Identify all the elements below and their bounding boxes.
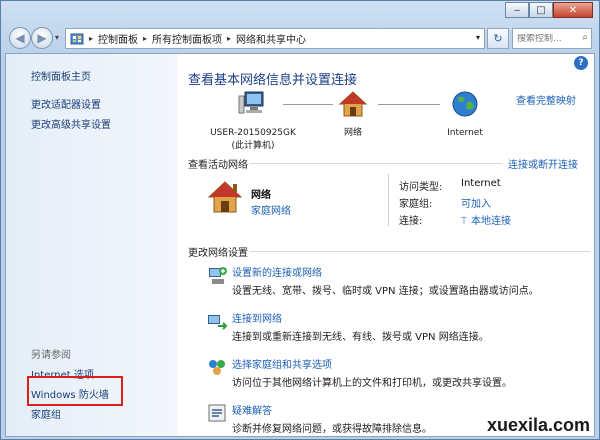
sidebar: 控制面板主页 更改适配器设置 更改高级共享设置 另请参阅 Internet 选项… <box>6 54 178 436</box>
internet-label: Internet <box>447 128 483 138</box>
active-network-name: 网络 <box>251 190 271 201</box>
forward-button[interactable]: ▶ <box>31 27 53 49</box>
connect-network-icon <box>208 315 228 330</box>
task-homegroup-sharing: 选择家庭组和共享选项 访问位于其他网络计算机上的文件和打印机，或更改共享设置。 <box>206 356 591 392</box>
section-divider <box>250 163 502 164</box>
help-icon[interactable]: ? <box>574 56 588 70</box>
network-label: 网络 <box>343 128 362 138</box>
access-type-value: Internet <box>461 178 501 189</box>
history-dropdown-icon[interactable]: ▾ <box>55 33 59 42</box>
ethernet-icon: ⍡ <box>461 216 467 227</box>
map-connector <box>283 104 333 105</box>
troubleshoot-link[interactable]: 疑难解答 <box>232 402 272 417</box>
refresh-button[interactable]: ↻ <box>487 28 509 49</box>
main-panel: ? 查看基本网络信息并设置连接 查看完整映射 USER-20150925GK (… <box>178 54 594 436</box>
house-icon <box>338 91 368 117</box>
homegroup-sharing-desc: 访问位于其他网络计算机上的文件和打印机，或更改共享设置。 <box>232 378 512 389</box>
search-box[interactable]: ⌕ <box>512 28 592 49</box>
view-full-map-link[interactable]: 查看完整映射 <box>516 92 576 107</box>
homegroup-sharing-link[interactable]: 选择家庭组和共享选项 <box>232 356 332 371</box>
homegroup-join-link[interactable]: 可加入 <box>461 195 491 210</box>
homegroup-label: 家庭组: <box>399 199 433 210</box>
active-networks-heading: 查看活动网络 <box>188 160 248 171</box>
local-connection-link[interactable]: ⍡ 本地连接 <box>461 212 511 227</box>
computer-icon <box>238 91 264 114</box>
breadcrumb-separator-icon[interactable]: ▸ <box>227 34 231 43</box>
minimize-button[interactable]: ‒ <box>505 2 529 18</box>
breadcrumb-item-control-panel[interactable]: 控制面板 <box>98 31 138 46</box>
explorer-window: ‒ □ ✕ ◀ ▶ ▾ ▸ 控制面板 ▸ 所有控制面板项 ▸ 网络和共享中心 ▾… <box>0 0 600 440</box>
control-panel-icon <box>70 33 84 44</box>
navigation-bar: ◀ ▶ ▾ ▸ 控制面板 ▸ 所有控制面板项 ▸ 网络和共享中心 ▾ ↻ ⌕ <box>1 23 599 53</box>
setup-connection-desc: 设置无线、宽带、拨号、临时或 VPN 连接；或设置路由器或访问点。 <box>232 286 539 297</box>
computer-subtitle: (此计算机) <box>231 141 275 151</box>
change-settings-heading: 更改网络设置 <box>188 248 248 259</box>
homegroup-icon <box>209 360 225 375</box>
connect-network-link[interactable]: 连接到网络 <box>232 310 282 325</box>
connect-network-desc: 连接到或重新连接到无线、有线、拨号或 VPN 网络连接。 <box>232 332 489 343</box>
map-node-network[interactable]: 网络 <box>328 90 378 140</box>
content-area: 控制面板主页 更改适配器设置 更改高级共享设置 另请参阅 Internet 选项… <box>5 53 595 437</box>
troubleshoot-icon <box>208 404 226 422</box>
task-setup-connection: 设置新的连接或网络 设置无线、宽带、拨号、临时或 VPN 连接；或设置路由器或访… <box>206 264 591 300</box>
highlight-box <box>27 376 123 406</box>
connect-disconnect-link[interactable]: 连接或断开连接 <box>508 156 578 171</box>
sidebar-link-control-panel-home[interactable]: 控制面板主页 <box>31 68 91 83</box>
refresh-icon: ↻ <box>493 32 503 45</box>
task-connect-network: 连接到网络 连接到或重新连接到无线、有线、拨号或 VPN 网络连接。 <box>206 310 591 346</box>
arrow-left-icon: ◀ <box>15 31 25 45</box>
network-type-link[interactable]: 家庭网络 <box>251 202 291 217</box>
breadcrumb-separator-icon: ▸ <box>89 34 94 43</box>
section-divider <box>250 251 590 252</box>
connection-label: 连接: <box>399 216 423 227</box>
close-button[interactable]: ✕ <box>553 2 593 18</box>
map-node-internet[interactable]: Internet <box>434 90 496 140</box>
troubleshoot-desc: 诊断并修复网络问题，或获得故障排除信息。 <box>232 424 432 435</box>
sidebar-link-adapter-settings[interactable]: 更改适配器设置 <box>31 96 101 111</box>
window-controls: ‒ □ ✕ <box>505 2 593 18</box>
setup-connection-link[interactable]: 设置新的连接或网络 <box>232 264 322 279</box>
home-network-icon <box>207 181 243 213</box>
vertical-divider <box>388 174 389 226</box>
access-type-label: 访问类型: <box>399 182 443 193</box>
page-title: 查看基本网络信息并设置连接 <box>188 73 358 88</box>
search-icon[interactable]: ⌕ <box>582 32 588 43</box>
address-dropdown-icon[interactable]: ▾ <box>476 33 480 42</box>
arrow-right-icon: ▶ <box>37 31 47 45</box>
search-input[interactable] <box>517 33 577 44</box>
sidebar-link-advanced-sharing[interactable]: 更改高级共享设置 <box>31 116 111 131</box>
address-bar[interactable]: ▸ 控制面板 ▸ 所有控制面板项 ▸ 网络和共享中心 ▾ <box>65 28 485 49</box>
see-also-heading: 另请参阅 <box>31 350 71 361</box>
globe-icon <box>452 91 478 117</box>
maximize-button[interactable]: □ <box>529 2 553 18</box>
breadcrumb-separator-icon[interactable]: ▸ <box>143 34 147 43</box>
watermark: xuexila.com <box>486 415 590 435</box>
sidebar-link-homegroup[interactable]: 家庭组 <box>31 406 61 421</box>
map-node-computer[interactable]: USER-20150925GK (此计算机) <box>198 90 308 153</box>
breadcrumb-item-network-center[interactable]: 网络和共享中心 <box>236 31 306 46</box>
map-connector <box>378 104 440 105</box>
back-button[interactable]: ◀ <box>9 27 31 49</box>
new-connection-icon <box>209 267 227 284</box>
title-bar: ‒ □ ✕ <box>1 1 599 21</box>
computer-name: USER-20150925GK <box>210 128 296 138</box>
breadcrumb-item-all-items[interactable]: 所有控制面板项 <box>152 31 222 46</box>
